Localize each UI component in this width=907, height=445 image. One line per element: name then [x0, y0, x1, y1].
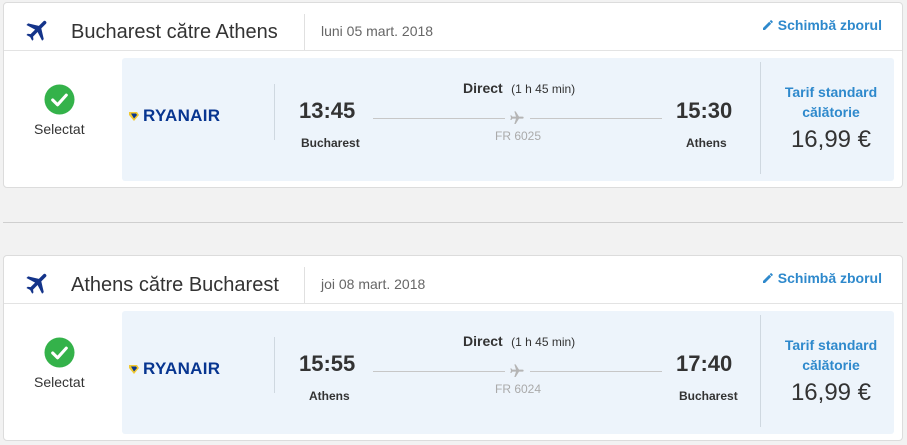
fare-price: 16,99 € — [790, 379, 872, 406]
fare-type-label: Tarif standard călătorie — [784, 84, 878, 120]
change-flight-label: Schimbă zborul — [777, 17, 882, 33]
pencil-icon — [762, 20, 773, 30]
arrival-time: 17:40 — [676, 351, 733, 376]
selected-status-label: Selectat — [34, 374, 85, 390]
flight-card-header: Bucharest către Athens luni 05 mart. 201… — [4, 3, 902, 51]
arrival-time: 15:30 — [676, 98, 733, 123]
fare-type-label: Tarif standard călătorie — [784, 337, 878, 373]
direct-label: Direct — [463, 80, 503, 96]
flight-card-return: Athens către Bucharest joi 08 mart. 2018… — [3, 255, 903, 441]
fare-price: 16,99 € — [790, 126, 872, 153]
departure-time: 13:45 — [299, 98, 356, 123]
direct-info: Direct (1 h 45 min) — [463, 333, 575, 351]
route-title: Athens către Bucharest — [71, 274, 279, 296]
airline-logo: RYANAIR — [128, 106, 220, 126]
harp-icon — [129, 112, 139, 121]
flight-details-box[interactable]: RYANAIR 15:55 Athens Direct (1 h 45 min)… — [122, 311, 894, 434]
flight-card-body: Selectat RYANAIR 15:55 Athens Direct (1 … — [4, 304, 902, 441]
check-circle-icon — [44, 337, 75, 368]
departure-time: 15:55 — [299, 351, 356, 376]
route-title: Bucharest către Athens — [71, 21, 278, 43]
change-flight-link[interactable]: Schimbă zborul — [762, 270, 882, 286]
departure-city: Athens — [309, 389, 350, 403]
route-line-right — [530, 371, 662, 372]
airplane-icon — [510, 111, 524, 124]
direct-info: Direct (1 h 45 min) — [463, 80, 575, 98]
airline-divider — [274, 84, 275, 140]
airline-logo: RYANAIR — [128, 359, 220, 379]
departure-city: Bucharest — [301, 136, 360, 150]
flight-number: FR 6024 — [495, 382, 542, 396]
pencil-icon — [762, 273, 773, 283]
airplane-icon — [26, 20, 47, 41]
change-flight-label: Schimbă zborul — [777, 270, 882, 286]
flight-card-body: Selectat RYANAIR 13:45 Bucharest Direct … — [4, 51, 902, 188]
flight-details-box[interactable]: RYANAIR 13:45 Bucharest Direct (1 h 45 m… — [122, 58, 894, 181]
section-divider — [3, 222, 903, 223]
change-flight-link[interactable]: Schimbă zborul — [762, 17, 882, 33]
airline-divider — [274, 337, 275, 393]
header-divider — [304, 14, 305, 50]
arrival-city: Athens — [686, 136, 727, 150]
airline-name: RYANAIR — [143, 359, 221, 378]
flight-duration: (1 h 45 min) — [511, 335, 576, 349]
direct-label: Direct — [463, 333, 503, 349]
harp-icon — [129, 365, 139, 374]
flight-date: luni 05 mart. 2018 — [321, 23, 434, 39]
flight-duration: (1 h 45 min) — [511, 82, 576, 96]
selected-status-label: Selectat — [34, 121, 85, 137]
fare-divider — [760, 62, 761, 174]
route-line-right — [530, 118, 662, 119]
arrival-city: Bucharest — [679, 389, 738, 403]
flight-date: joi 08 mart. 2018 — [321, 276, 426, 292]
flight-card-header: Athens către Bucharest joi 08 mart. 2018… — [4, 256, 902, 304]
route-line-left — [373, 371, 505, 372]
fare-divider — [760, 315, 761, 427]
flight-card-outbound: Bucharest către Athens luni 05 mart. 201… — [3, 2, 903, 188]
flight-number: FR 6025 — [495, 129, 542, 143]
airplane-icon — [510, 364, 524, 377]
airline-name: RYANAIR — [143, 106, 221, 125]
check-circle-icon — [44, 84, 75, 115]
route-line-left — [373, 118, 505, 119]
airplane-icon — [26, 273, 47, 294]
header-divider — [304, 267, 305, 303]
